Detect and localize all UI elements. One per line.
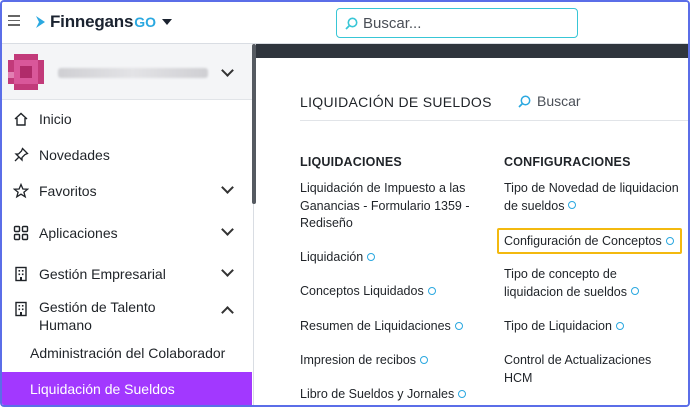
sidebar-item-label: Aplicaciones bbox=[39, 225, 118, 241]
home-icon bbox=[14, 112, 28, 126]
info-icon[interactable] bbox=[631, 287, 640, 296]
link-label: Tipo de Novedad de liquidacion de sueldo… bbox=[504, 181, 679, 213]
sidebar-item-label: Gestión Empresarial bbox=[39, 266, 166, 282]
link-resumen-liquidaciones[interactable]: Resumen de Liquidaciones bbox=[300, 318, 463, 336]
link-tipo-novedad-liquidacion[interactable]: Tipo de Novedad de liquidacion de sueldo… bbox=[504, 180, 686, 215]
column-title-liquidaciones: LIQUIDACIONES bbox=[300, 155, 402, 169]
info-icon[interactable] bbox=[615, 321, 624, 330]
link-label: Conceptos Liquidados bbox=[300, 284, 424, 298]
star-icon bbox=[13, 183, 29, 199]
chevron-down-icon[interactable] bbox=[221, 223, 234, 236]
sidebar-item-favoritos[interactable]: Favoritos bbox=[2, 180, 252, 202]
link-label: Tipo de concepto de liquidacion de sueld… bbox=[504, 267, 628, 299]
info-icon[interactable] bbox=[427, 286, 436, 295]
chevron-down-icon[interactable] bbox=[221, 181, 234, 194]
logo-suffix: GO bbox=[134, 14, 156, 30]
sidebar-item-label: Gestión de Talento Humano bbox=[39, 299, 156, 333]
building-icon bbox=[15, 266, 27, 282]
link-tipo-concepto-liquidacion[interactable]: Tipo de concepto de liquidacion de sueld… bbox=[504, 266, 664, 301]
link-label: Liquidación bbox=[300, 250, 364, 264]
main-top-strip bbox=[256, 44, 688, 58]
link-libro-sueldos-jornales[interactable]: Libro de Sueldos y Jornales bbox=[300, 386, 467, 404]
grid-icon bbox=[13, 225, 29, 241]
top-bar: Finnegans GO Buscar... bbox=[2, 2, 688, 44]
info-icon[interactable] bbox=[367, 252, 376, 261]
logo-arrow-icon bbox=[36, 16, 45, 28]
pin-icon bbox=[14, 147, 29, 162]
column-title-configuraciones: CONFIGURACIONES bbox=[504, 155, 631, 169]
search-icon bbox=[345, 17, 358, 30]
link-tipo-liquidacion[interactable]: Tipo de Liquidacion bbox=[504, 318, 624, 336]
building-icon bbox=[15, 301, 27, 317]
sidebar-item-gestion-talento-humano[interactable]: Gestión de Talento Humano bbox=[2, 298, 252, 334]
chevron-up-icon[interactable] bbox=[221, 306, 234, 319]
link-liquidacion[interactable]: Liquidación bbox=[300, 249, 376, 267]
page-title: LIQUIDACIÓN DE SUELDOS bbox=[300, 94, 492, 110]
app-logo[interactable]: Finnegans GO bbox=[35, 12, 172, 32]
chevron-down-icon[interactable] bbox=[221, 64, 234, 77]
info-icon[interactable] bbox=[568, 201, 577, 210]
link-label: Libro de Sueldos y Jornales bbox=[300, 387, 455, 401]
link-label: Impresion de recibos bbox=[300, 353, 417, 367]
menu-icon[interactable] bbox=[8, 15, 20, 27]
sidebar-item-label: Novedades bbox=[39, 147, 110, 163]
user-profile-row[interactable] bbox=[2, 44, 252, 100]
app-window: Finnegans GO Buscar... Inicio Novedades … bbox=[0, 0, 690, 407]
link-label: Liquidación de Impuesto a las Ganancias … bbox=[300, 181, 470, 230]
link-label: Control de Actualizaciones HCM bbox=[504, 353, 652, 385]
info-icon[interactable] bbox=[420, 355, 429, 364]
link-configuracion-conceptos[interactable]: Configuración de Conceptos bbox=[504, 233, 674, 251]
section-search-label: Buscar bbox=[537, 93, 581, 109]
info-icon[interactable] bbox=[458, 389, 467, 398]
sidebar-item-gestion-empresarial[interactable]: Gestión Empresarial bbox=[2, 263, 252, 285]
caret-down-icon[interactable] bbox=[162, 19, 172, 25]
logo-text: Finnegans bbox=[50, 12, 134, 31]
info-icon[interactable] bbox=[665, 236, 674, 245]
sidebar-subitem-liquidacion-sueldos[interactable]: Liquidación de Sueldos bbox=[2, 372, 252, 405]
search-placeholder: Buscar... bbox=[363, 14, 422, 32]
chevron-down-icon[interactable] bbox=[221, 264, 234, 277]
sidebar-item-label: Favoritos bbox=[39, 183, 97, 199]
link-control-actualizaciones-hcm[interactable]: Control de Actualizaciones HCM bbox=[504, 352, 674, 387]
sidebar-item-inicio[interactable]: Inicio bbox=[2, 108, 252, 130]
section-search[interactable]: Buscar bbox=[518, 93, 581, 109]
sidebar: Inicio Novedades Favoritos Aplicaciones … bbox=[2, 44, 254, 405]
link-label: Resumen de Liquidaciones bbox=[300, 319, 451, 333]
sidebar-subitem-administracion-colaborador[interactable]: Administración del Colaborador bbox=[2, 336, 252, 372]
avatar bbox=[8, 54, 44, 90]
link-conceptos-liquidados[interactable]: Conceptos Liquidados bbox=[300, 283, 436, 301]
link-label: Configuración de Conceptos bbox=[504, 234, 662, 248]
sidebar-item-label: Inicio bbox=[39, 111, 72, 127]
link-impresion-recibos[interactable]: Impresion de recibos bbox=[300, 352, 429, 370]
sidebar-item-aplicaciones[interactable]: Aplicaciones bbox=[2, 222, 252, 244]
sidebar-item-novedades[interactable]: Novedades bbox=[2, 144, 252, 166]
global-search-input[interactable]: Buscar... bbox=[336, 8, 578, 38]
main-content: LIQUIDACIÓN DE SUELDOS Buscar LIQUIDACIO… bbox=[256, 44, 688, 405]
link-label: Tipo de Liquidacion bbox=[504, 319, 612, 333]
search-icon bbox=[518, 95, 531, 108]
username-redacted bbox=[58, 68, 208, 78]
divider bbox=[300, 120, 688, 121]
sidebar-subitem-label: Liquidación de Sueldos bbox=[30, 381, 175, 397]
info-icon[interactable] bbox=[454, 321, 463, 330]
sidebar-subitem-label: Administración del Colaborador bbox=[30, 345, 226, 361]
link-liquidacion-impuesto-ganancias[interactable]: Liquidación de Impuesto a las Ganancias … bbox=[300, 180, 480, 233]
